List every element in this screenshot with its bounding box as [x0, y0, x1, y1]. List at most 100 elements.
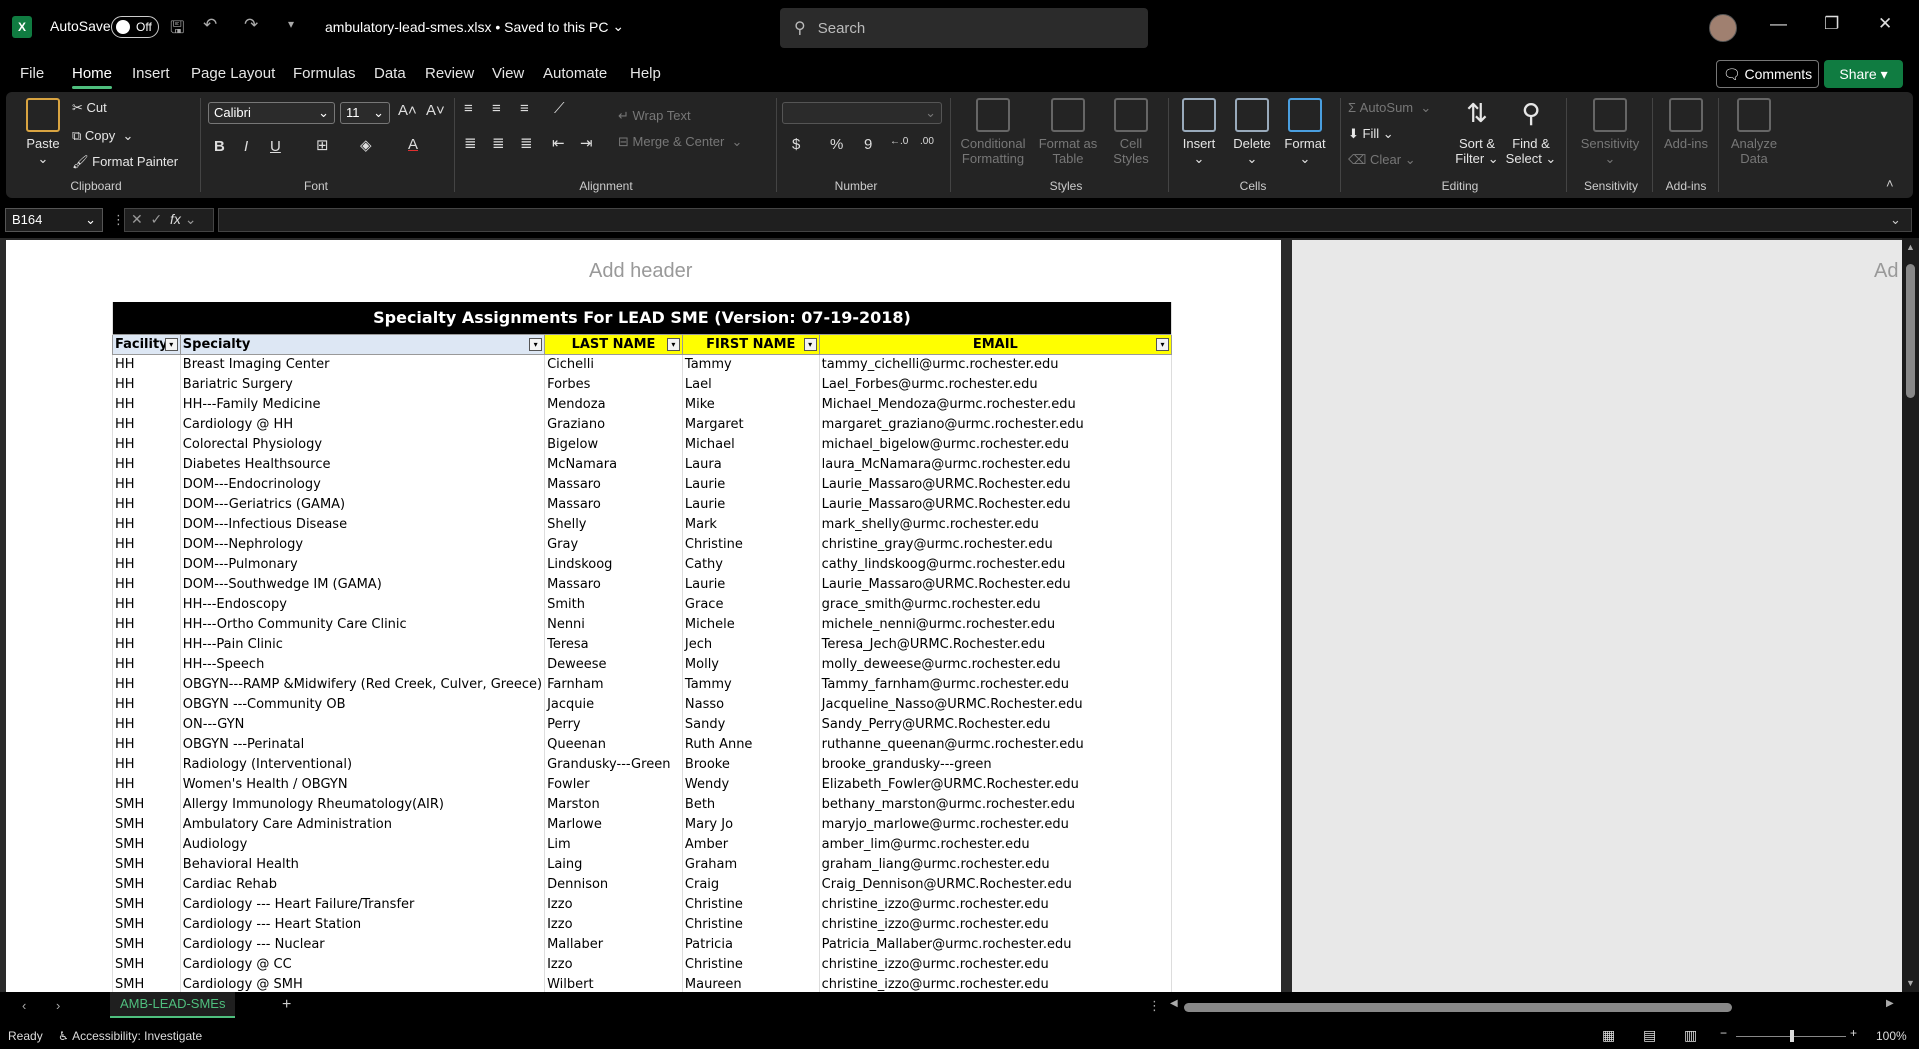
cell-facility[interactable]: HH: [112, 394, 181, 414]
cell-email[interactable]: bethany_marston@urmc.rochester.edu: [818, 794, 1173, 814]
cell-last-name[interactable]: Cichelli: [544, 354, 683, 374]
cell-first-name[interactable]: Wendy: [681, 774, 820, 794]
cell-specialty[interactable]: Cardiology @ SMH: [179, 974, 546, 992]
comments-button[interactable]: 🗨 Comments: [1716, 60, 1819, 88]
shrink-font-icon[interactable]: A˅: [426, 102, 445, 119]
cell-last-name[interactable]: Massaro: [544, 574, 683, 594]
enter-icon[interactable]: ✓: [151, 211, 163, 227]
cell-specialty[interactable]: OBGYN ---Community OB: [179, 694, 546, 714]
cell-first-name[interactable]: Lael: [681, 374, 820, 394]
cell-first-name[interactable]: Grace: [681, 594, 820, 614]
cell-last-name[interactable]: Forbes: [544, 374, 683, 394]
tab-insert[interactable]: Insert: [132, 65, 170, 82]
cell-email[interactable]: tammy_cichelli@urmc.rochester.edu: [818, 354, 1173, 374]
cell-email[interactable]: Sandy_Perry@URMC.Rochester.edu: [818, 714, 1173, 734]
expand-formula-bar-icon[interactable]: ⌄: [1890, 212, 1901, 228]
tab-data[interactable]: Data: [374, 65, 406, 82]
insert-function-icon[interactable]: fx: [170, 211, 181, 227]
cell-first-name[interactable]: Christine: [681, 894, 820, 914]
cell-facility[interactable]: HH: [112, 474, 181, 494]
cell-facility[interactable]: HH: [112, 614, 181, 634]
cell-specialty[interactable]: Cardiology --- Heart Station: [179, 914, 546, 934]
cell-specialty[interactable]: HH---Endoscopy: [179, 594, 546, 614]
cell-last-name[interactable]: Massaro: [544, 474, 683, 494]
cell-facility[interactable]: HH: [112, 714, 181, 734]
tab-file[interactable]: File: [20, 65, 44, 82]
cell-email[interactable]: ruthanne_queenan@urmc.rochester.edu: [818, 734, 1173, 754]
cell-email[interactable]: grace_smith@urmc.rochester.edu: [818, 594, 1173, 614]
cell-specialty[interactable]: Allergy Immunology Rheumatology(AIR): [179, 794, 546, 814]
format-painter-button[interactable]: 🖌 Format Painter: [72, 154, 178, 170]
customize-qat-icon[interactable]: ▾: [288, 17, 294, 31]
cell-email[interactable]: laura_McNamara@urmc.rochester.edu: [818, 454, 1173, 474]
filter-dropdown-icon[interactable]: ▾: [803, 337, 817, 351]
cell-first-name[interactable]: Nasso: [681, 694, 820, 714]
cell-last-name[interactable]: Farnham: [544, 674, 683, 694]
font-color-icon[interactable]: A: [408, 136, 418, 153]
cell-last-name[interactable]: Deweese: [544, 654, 683, 674]
cell-last-name[interactable]: Dennison: [544, 874, 683, 894]
vertical-scrollbar[interactable]: ▲ ▼: [1902, 238, 1919, 992]
cell-specialty[interactable]: OBGYN---RAMP &Midwifery (Red Creek, Culv…: [179, 674, 546, 694]
cell-first-name[interactable]: Mark: [681, 514, 820, 534]
scroll-left-icon[interactable]: ◀: [1170, 998, 1178, 1009]
cell-first-name[interactable]: Sandy: [681, 714, 820, 734]
sheet-tab-amb-lead-smes[interactable]: AMB-LEAD-SMEs: [110, 992, 236, 1018]
cell-facility[interactable]: SMH: [112, 914, 181, 934]
orientation-icon[interactable]: ⟋: [554, 100, 565, 117]
cell-last-name[interactable]: Graziano: [544, 414, 683, 434]
cell-specialty[interactable]: Cardiology @ HH: [179, 414, 546, 434]
cell-facility[interactable]: HH: [112, 694, 181, 714]
collapse-ribbon-icon[interactable]: ˄: [1886, 176, 1894, 191]
cell-facility[interactable]: HH: [112, 674, 181, 694]
cell-last-name[interactable]: Queenan: [544, 734, 683, 754]
cell-first-name[interactable]: Laurie: [681, 574, 820, 594]
cell-facility[interactable]: HH: [112, 434, 181, 454]
cell-email[interactable]: michele_nenni@urmc.rochester.edu: [818, 614, 1173, 634]
cell-last-name[interactable]: Izzo: [544, 914, 683, 934]
cell-specialty[interactable]: Cardiology --- Heart Failure/Transfer: [179, 894, 546, 914]
add-header-placeholder[interactable]: Add header: [589, 260, 692, 283]
wrap-text-button[interactable]: ↵ Wrap Text: [618, 108, 691, 124]
tab-page-layout[interactable]: Page Layout: [191, 65, 275, 82]
copy-button[interactable]: ⧉ Copy ⌄: [72, 128, 133, 144]
find-select-button[interactable]: ⚲ Find & Select ⌄: [1504, 98, 1558, 166]
save-icon[interactable]: 🖫: [170, 15, 184, 44]
cell-specialty[interactable]: Radiology (Interventional): [179, 754, 546, 774]
cell-specialty[interactable]: DOM---Infectious Disease: [179, 514, 546, 534]
cell-last-name[interactable]: Wilbert: [544, 974, 683, 992]
cell-last-name[interactable]: Gray: [544, 534, 683, 554]
conditional-formatting-button[interactable]: Conditional Formatting: [956, 98, 1030, 166]
cell-first-name[interactable]: Laurie: [681, 474, 820, 494]
cell-specialty[interactable]: OBGYN ---Perinatal: [179, 734, 546, 754]
cell-facility[interactable]: HH: [112, 454, 181, 474]
cell-specialty[interactable]: DOM---Geriatrics (GAMA): [179, 494, 546, 514]
cell-email[interactable]: Patricia_Mallaber@urmc.rochester.edu: [818, 934, 1173, 954]
delete-cells-button[interactable]: Delete ⌄: [1228, 98, 1276, 166]
cell-last-name[interactable]: Izzo: [544, 954, 683, 974]
align-bottom-icon[interactable]: ≡: [520, 100, 529, 117]
search-box[interactable]: ⚲ Search: [780, 8, 1148, 48]
number-format-select[interactable]: ⌄: [782, 102, 942, 124]
cell-last-name[interactable]: Mallaber: [544, 934, 683, 954]
cell-first-name[interactable]: Christine: [681, 954, 820, 974]
borders-icon[interactable]: ⊞: [316, 136, 329, 154]
cell-first-name[interactable]: Beth: [681, 794, 820, 814]
cell-facility[interactable]: HH: [112, 374, 181, 394]
cell-email[interactable]: Lael_Forbes@urmc.rochester.edu: [818, 374, 1173, 394]
cell-email[interactable]: christine_izzo@urmc.rochester.edu: [818, 954, 1173, 974]
cell-facility[interactable]: HH: [112, 654, 181, 674]
cell-specialty[interactable]: Women's Health / OBGYN: [179, 774, 546, 794]
sort-filter-button[interactable]: ⇅ Sort & Filter ⌄: [1454, 98, 1500, 166]
cell-specialty[interactable]: HH---Pain Clinic: [179, 634, 546, 654]
cell-last-name[interactable]: Grandusky---Green: [544, 754, 683, 774]
cell-email[interactable]: Jacqueline_Nasso@URMC.Rochester.edu: [818, 694, 1173, 714]
cell-first-name[interactable]: Craig: [681, 874, 820, 894]
cell-last-name[interactable]: Shelly: [544, 514, 683, 534]
cell-email[interactable]: christine_izzo@urmc.rochester.edu: [818, 974, 1173, 992]
tab-review[interactable]: Review: [425, 65, 474, 82]
increase-indent-icon[interactable]: ⇥: [580, 134, 593, 152]
page-layout-view-icon[interactable]: ▤: [1643, 1027, 1656, 1044]
accessibility-status[interactable]: ♿ Accessibility: Investigate: [58, 1029, 202, 1043]
cell-facility[interactable]: HH: [112, 754, 181, 774]
